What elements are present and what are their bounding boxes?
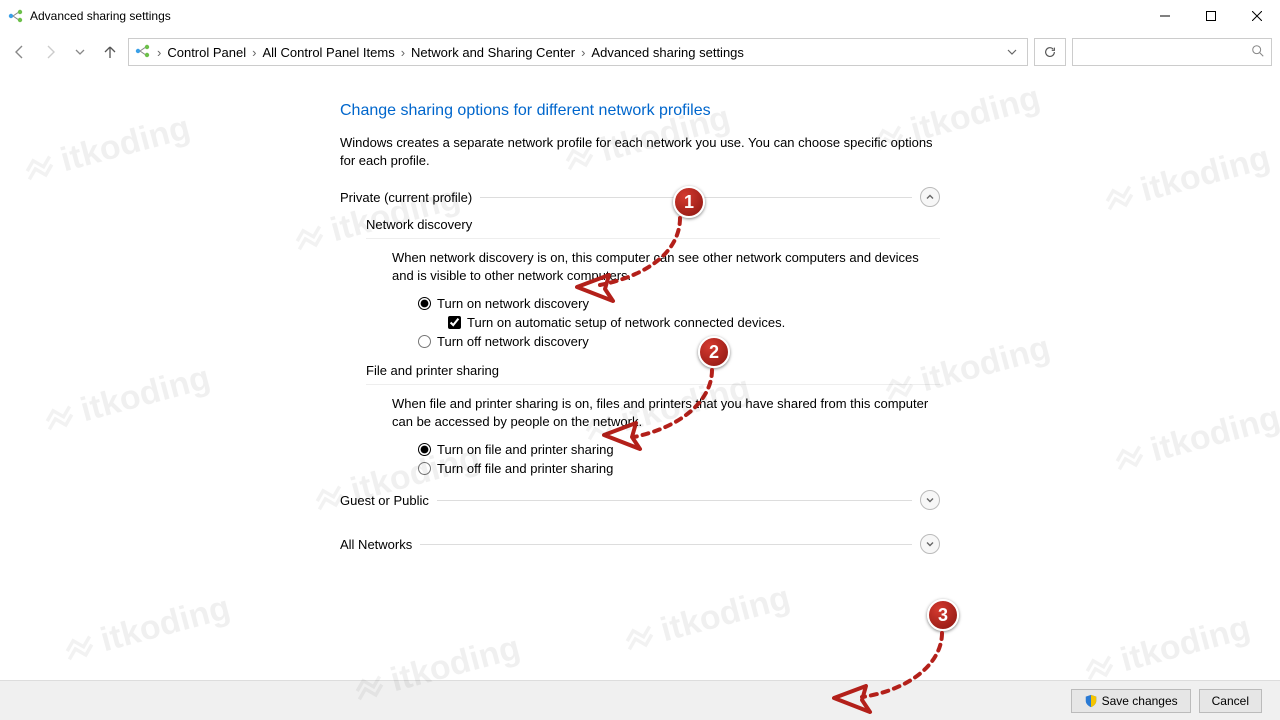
page-description: Windows creates a separate network profi… [340,134,940,169]
network-discovery-desc: When network discovery is on, this compu… [392,249,940,284]
checkbox-input[interactable] [448,316,461,329]
chevron-right-icon[interactable]: › [155,45,163,60]
chevron-up-icon[interactable] [920,187,940,207]
profile-guest-header[interactable]: Guest or Public [340,490,940,510]
watermark: itkoding [618,578,794,660]
refresh-button[interactable] [1034,38,1066,66]
forward-button[interactable] [38,40,62,64]
profile-private-label: Private (current profile) [340,190,472,205]
breadcrumb-item[interactable]: Control Panel [167,45,246,60]
file-printer-desc: When file and printer sharing is on, fil… [392,395,940,430]
address-bar[interactable]: › Control Panel › All Control Panel Item… [128,38,1028,66]
radio-input[interactable] [418,443,431,456]
radio-turn-on-network-discovery[interactable]: Turn on network discovery [418,296,940,311]
profile-private-header[interactable]: Private (current profile) [340,187,940,207]
divider [366,238,940,239]
radio-label: Turn off file and printer sharing [437,461,613,476]
divider [420,544,912,545]
chevron-down-icon[interactable] [920,534,940,554]
recent-locations-button[interactable] [68,40,92,64]
close-button[interactable] [1234,0,1280,32]
chevron-down-icon[interactable] [920,490,940,510]
network-center-icon [135,43,151,62]
breadcrumb-item[interactable]: All Control Panel Items [262,45,394,60]
radio-label: Turn off network discovery [437,334,589,349]
back-button[interactable] [8,40,32,64]
file-printer-title: File and printer sharing [366,363,940,378]
up-button[interactable] [98,40,122,64]
button-label: Cancel [1212,694,1249,708]
address-dropdown-button[interactable] [1003,45,1021,60]
divider [480,197,912,198]
watermark: itkoding [58,588,234,670]
radio-turn-off-network-discovery[interactable]: Turn off network discovery [418,334,940,349]
checkbox-label: Turn on automatic setup of network conne… [467,315,785,330]
chevron-right-icon[interactable]: › [579,45,587,60]
cancel-button[interactable]: Cancel [1199,689,1262,713]
window-title: Advanced sharing settings [30,9,171,23]
radio-label: Turn on network discovery [437,296,589,311]
checkbox-auto-setup[interactable]: Turn on automatic setup of network conne… [448,315,940,330]
minimize-button[interactable] [1142,0,1188,32]
radio-turn-on-file-printer[interactable]: Turn on file and printer sharing [418,442,940,457]
search-icon [1251,44,1265,61]
profile-all-header[interactable]: All Networks [340,534,940,554]
breadcrumb-item[interactable]: Advanced sharing settings [591,45,743,60]
network-discovery-title: Network discovery [366,217,940,232]
button-label: Save changes [1102,694,1178,708]
network-center-icon [8,8,24,24]
breadcrumb-item[interactable]: Network and Sharing Center [411,45,575,60]
save-changes-button[interactable]: Save changes [1071,689,1191,713]
page-heading: Change sharing options for different net… [340,102,940,120]
radio-input[interactable] [418,462,431,475]
radio-input[interactable] [418,335,431,348]
search-input[interactable] [1072,38,1272,66]
chevron-right-icon[interactable]: › [250,45,258,60]
divider [437,500,912,501]
profile-all-label: All Networks [340,537,412,552]
divider [366,384,940,385]
radio-label: Turn on file and printer sharing [437,442,614,457]
shield-icon [1084,694,1098,708]
profile-guest-label: Guest or Public [340,493,429,508]
chevron-right-icon[interactable]: › [399,45,407,60]
maximize-button[interactable] [1188,0,1234,32]
radio-input[interactable] [418,297,431,310]
watermark: itkoding [1078,608,1254,690]
radio-turn-off-file-printer[interactable]: Turn off file and printer sharing [418,461,940,476]
annotation-badge-3: 3 [927,599,959,631]
